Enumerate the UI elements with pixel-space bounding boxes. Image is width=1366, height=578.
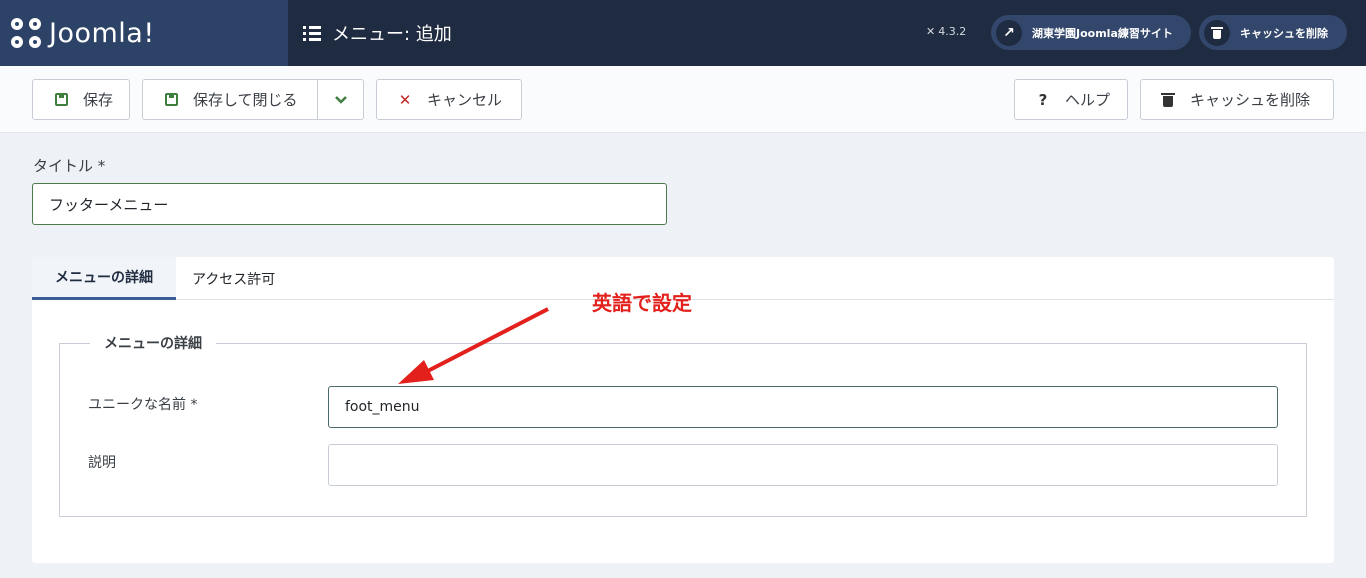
brand-area[interactable]: Joomla! bbox=[0, 0, 288, 66]
external-link-icon: ↗ bbox=[996, 19, 1022, 46]
unique-name-input[interactable] bbox=[328, 386, 1278, 428]
chevron-down-icon bbox=[334, 95, 347, 104]
trash-icon bbox=[1160, 92, 1176, 108]
question-icon: ? bbox=[1038, 90, 1048, 109]
brand-name: Joomla! bbox=[49, 17, 155, 49]
list-icon bbox=[303, 25, 321, 41]
save-options-dropdown[interactable] bbox=[317, 79, 364, 120]
x-icon: ✕ bbox=[398, 90, 412, 109]
save-close-label: 保存して閉じる bbox=[193, 91, 298, 109]
unique-name-label: ユニークな名前 * bbox=[88, 397, 198, 413]
page-title: メニュー: 追加 bbox=[332, 24, 452, 45]
view-site-label: 湖東学園Joomla練習サイト bbox=[1032, 26, 1173, 40]
annotation-arrow bbox=[398, 307, 549, 384]
save-close-button[interactable]: 保存して閉じる bbox=[142, 79, 318, 120]
description-label: 説明 bbox=[88, 455, 116, 471]
page-title-area: メニュー: 追加 bbox=[303, 0, 452, 66]
version-info: ✕ 4.3.2 bbox=[926, 25, 966, 38]
floppy-disk-icon bbox=[163, 92, 179, 108]
help-label: ヘルプ bbox=[1065, 91, 1111, 109]
cancel-label: キャンセル bbox=[427, 91, 503, 109]
title-input[interactable] bbox=[32, 183, 667, 225]
version-number: 4.3.2 bbox=[938, 25, 967, 38]
annotation-text: 英語で設定 bbox=[592, 291, 692, 315]
header-clear-cache-label: キャッシュを削除 bbox=[1240, 26, 1328, 40]
header-clear-cache-button[interactable]: キャッシュを削除 bbox=[1199, 15, 1347, 50]
save-label: 保存 bbox=[83, 91, 114, 109]
trash-icon bbox=[1204, 19, 1230, 46]
clear-cache-label: キャッシュを削除 bbox=[1190, 91, 1311, 109]
top-header: Joomla! メニュー: 追加 ✕ 4.3.2 ↗ 湖東学園Joomla練習サ… bbox=[0, 0, 1366, 66]
fieldset-legend: メニューの詳細 bbox=[90, 333, 216, 353]
toolbar: 保存 保存して閉じる ✕ キャンセル ? ヘルプ キャッシュを削除 bbox=[0, 66, 1366, 133]
clear-cache-button[interactable]: キャッシュを削除 bbox=[1140, 79, 1334, 120]
tab-permissions[interactable]: アクセス許可 bbox=[192, 257, 275, 300]
details-fieldset: メニューの詳細 bbox=[59, 333, 1307, 517]
joomla-small-icon: ✕ bbox=[926, 25, 936, 38]
cancel-button[interactable]: ✕ キャンセル bbox=[376, 79, 522, 120]
view-site-button[interactable]: ↗ 湖東学園Joomla練習サイト bbox=[991, 15, 1191, 50]
save-button[interactable]: 保存 bbox=[32, 79, 130, 120]
description-input[interactable] bbox=[328, 444, 1278, 486]
tab-menu-details[interactable]: メニューの詳細 bbox=[32, 257, 176, 300]
floppy-disk-icon bbox=[53, 92, 69, 108]
title-label: タイトル * bbox=[33, 157, 106, 175]
joomla-logo-icon bbox=[11, 18, 41, 48]
help-button[interactable]: ? ヘルプ bbox=[1014, 79, 1128, 120]
